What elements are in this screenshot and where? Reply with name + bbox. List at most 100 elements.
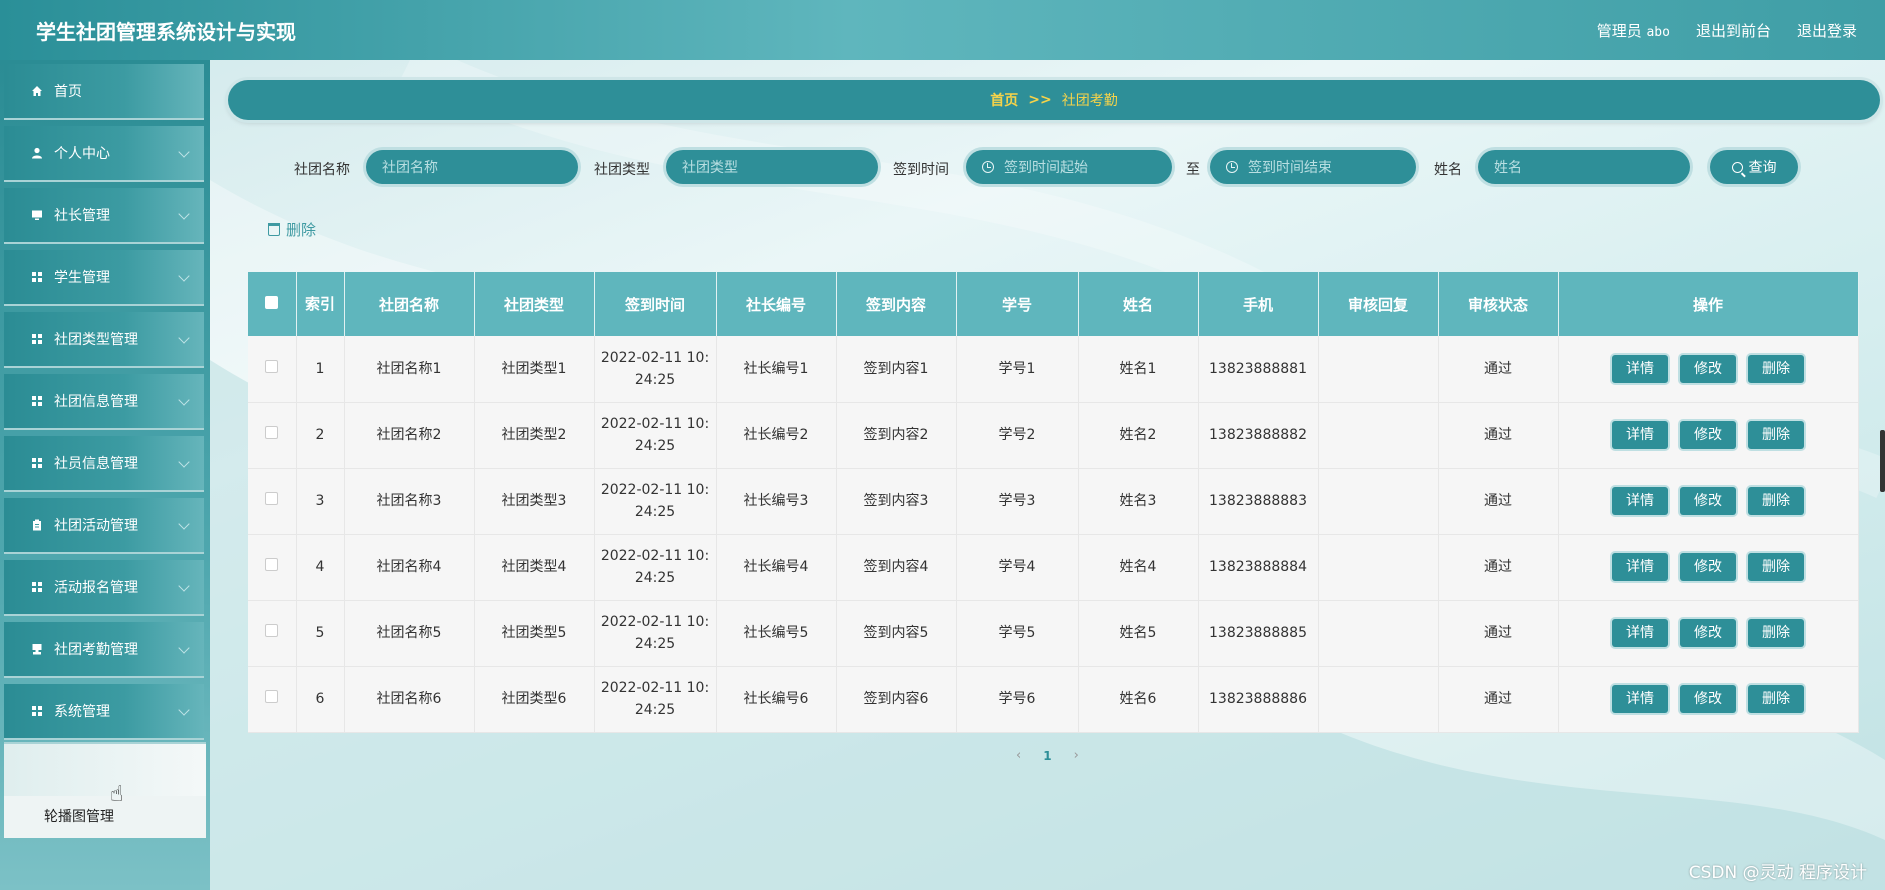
edit-button[interactable]: 修改 [1680, 487, 1736, 515]
time-line-2: 24:25 [634, 371, 676, 388]
club-type-label: 社团类型 [594, 162, 650, 178]
detail-button[interactable]: 详情 [1612, 553, 1668, 581]
row-checkbox[interactable] [265, 426, 279, 439]
cell-name: 姓名5 [1078, 600, 1199, 667]
header-actions: 操作 [1558, 272, 1859, 336]
sidebar-item-label: 社长管理 [54, 208, 110, 224]
sidebar-item-carousel[interactable]: 轮播图管理 [44, 806, 114, 826]
sidebar-item-home[interactable]: 首页 [4, 64, 204, 120]
pagination: ‹ 1 › [1016, 748, 1079, 763]
delete-button[interactable]: 删除 [1748, 421, 1804, 449]
sidebar-item-system[interactable]: 系统管理 [4, 684, 204, 740]
header-review-reply: 审核回复 [1318, 272, 1439, 336]
grid-icon [30, 332, 44, 346]
query-button[interactable]: 查询 [1710, 150, 1798, 184]
cell-club-type: 社团类型3 [474, 468, 595, 535]
header-name: 姓名 [1078, 272, 1199, 336]
delete-button[interactable]: 删除 [1748, 685, 1804, 713]
cell-signin-content: 签到内容1 [836, 336, 957, 403]
delete-button[interactable]: 删除 [1748, 487, 1804, 515]
cell-signin-content: 签到内容6 [836, 666, 957, 733]
batch-delete-button[interactable]: 删除 [268, 219, 316, 240]
sidebar-item-activity-signup[interactable]: 活动报名管理 [4, 560, 204, 616]
edit-button[interactable]: 修改 [1680, 619, 1736, 647]
sidebar-item-label: 社员信息管理 [54, 456, 138, 472]
chevron-down-icon [178, 704, 190, 716]
club-name-input[interactable]: 社团名称 [366, 150, 578, 184]
edit-button[interactable]: 修改 [1680, 354, 1736, 383]
cell-phone: 13823888883 [1198, 468, 1319, 535]
detail-button[interactable]: 详情 [1612, 354, 1668, 383]
breadcrumb: 首页 >> 社团考勤 [228, 80, 1880, 120]
cell-club-name: 社团名称3 [344, 468, 475, 535]
scrollbar-thumb[interactable] [1880, 430, 1885, 492]
sidebar-item-student[interactable]: 学生管理 [4, 250, 204, 306]
cell-phone: 13823888884 [1198, 534, 1319, 601]
table-row: 6 社团名称6 社团类型6 2022-02-11 10: 24:25 社长编号6 签到内容6… [248, 666, 1859, 733]
cell-signin-content: 签到内容2 [836, 402, 957, 469]
cell-name: 姓名4 [1078, 534, 1199, 601]
detail-button[interactable]: 详情 [1612, 685, 1668, 713]
edit-button[interactable]: 修改 [1680, 685, 1736, 713]
exit-to-front-link[interactable]: 退出到前台 [1696, 20, 1771, 41]
row-select-cell [248, 666, 297, 733]
edit-button[interactable]: 修改 [1680, 553, 1736, 581]
watermark: CSDN @灵动 程序设计 [1688, 863, 1867, 883]
grid-icon [30, 456, 44, 470]
row-checkbox[interactable] [265, 624, 279, 637]
cell-signin-time: 2022-02-11 10: 24:25 [594, 468, 717, 535]
cell-review-status: 通过 [1438, 600, 1559, 667]
cell-signin-time: 2022-02-11 10: 24:25 [594, 666, 717, 733]
detail-button[interactable]: 详情 [1612, 487, 1668, 515]
name-input[interactable]: 姓名 [1478, 150, 1690, 184]
cell-actions: 详情 修改 删除 [1558, 468, 1859, 535]
chevron-down-icon [178, 332, 190, 344]
row-checkbox[interactable] [265, 492, 279, 505]
select-all-checkbox[interactable] [265, 296, 279, 309]
logout-link[interactable]: 退出登录 [1797, 20, 1857, 41]
admin-name: abo [1646, 25, 1670, 40]
breadcrumb-home[interactable]: 首页 [990, 90, 1018, 110]
delete-button[interactable]: 删除 [1748, 354, 1804, 383]
sidebar-item-label: 社团信息管理 [54, 394, 138, 410]
trash-icon [268, 223, 280, 236]
prev-page-button[interactable]: ‹ [1016, 748, 1021, 763]
sidebar-item-label: 活动报名管理 [54, 580, 138, 596]
row-checkbox[interactable] [265, 359, 279, 373]
page-number[interactable]: 1 [1043, 749, 1051, 763]
admin-label: 管理员 [1596, 22, 1642, 40]
sidebar-item-club-type[interactable]: 社团类型管理 [4, 312, 204, 368]
delete-button[interactable]: 删除 [1748, 619, 1804, 647]
row-checkbox[interactable] [265, 690, 279, 703]
header-club-type: 社团类型 [474, 272, 595, 336]
detail-button[interactable]: 详情 [1612, 421, 1668, 449]
cell-signin-time: 2022-02-11 10: 24:25 [594, 534, 717, 601]
grid-icon [30, 704, 44, 718]
next-page-button[interactable]: › [1074, 748, 1079, 763]
cell-club-name: 社团名称2 [344, 402, 475, 469]
cell-leader-no: 社长编号4 [716, 534, 837, 601]
detail-button[interactable]: 详情 [1612, 619, 1668, 647]
signin-time-end-input[interactable]: 签到时间结束 [1210, 150, 1416, 184]
cell-leader-no: 社长编号3 [716, 468, 837, 535]
header-index: 索引 [296, 272, 345, 336]
edit-button[interactable]: 修改 [1680, 421, 1736, 449]
hand-cursor-icon: ☝ [110, 782, 124, 807]
cell-phone: 13823888881 [1198, 336, 1319, 403]
delete-button[interactable]: 删除 [1748, 553, 1804, 581]
club-type-placeholder: 社团类型 [682, 160, 738, 176]
header-signin-time: 签到时间 [594, 272, 717, 336]
sidebar-item-club-attendance[interactable]: 社团考勤管理 [4, 622, 204, 678]
sidebar-item-club-activity[interactable]: 社团活动管理 [4, 498, 204, 554]
breadcrumb-separator: >> [1028, 92, 1052, 108]
club-type-input[interactable]: 社团类型 [666, 150, 878, 184]
sidebar-item-leader[interactable]: 社长管理 [4, 188, 204, 244]
cell-signin-content: 签到内容4 [836, 534, 957, 601]
row-checkbox[interactable] [265, 558, 279, 571]
time-line-1: 2022-02-11 10: [600, 349, 710, 366]
cell-name: 姓名1 [1078, 336, 1199, 403]
sidebar-item-club-info[interactable]: 社团信息管理 [4, 374, 204, 430]
signin-time-start-input[interactable]: 签到时间起始 [966, 150, 1172, 184]
grid-icon [30, 580, 44, 594]
sidebar-item-member-info[interactable]: 社员信息管理 [4, 436, 204, 492]
